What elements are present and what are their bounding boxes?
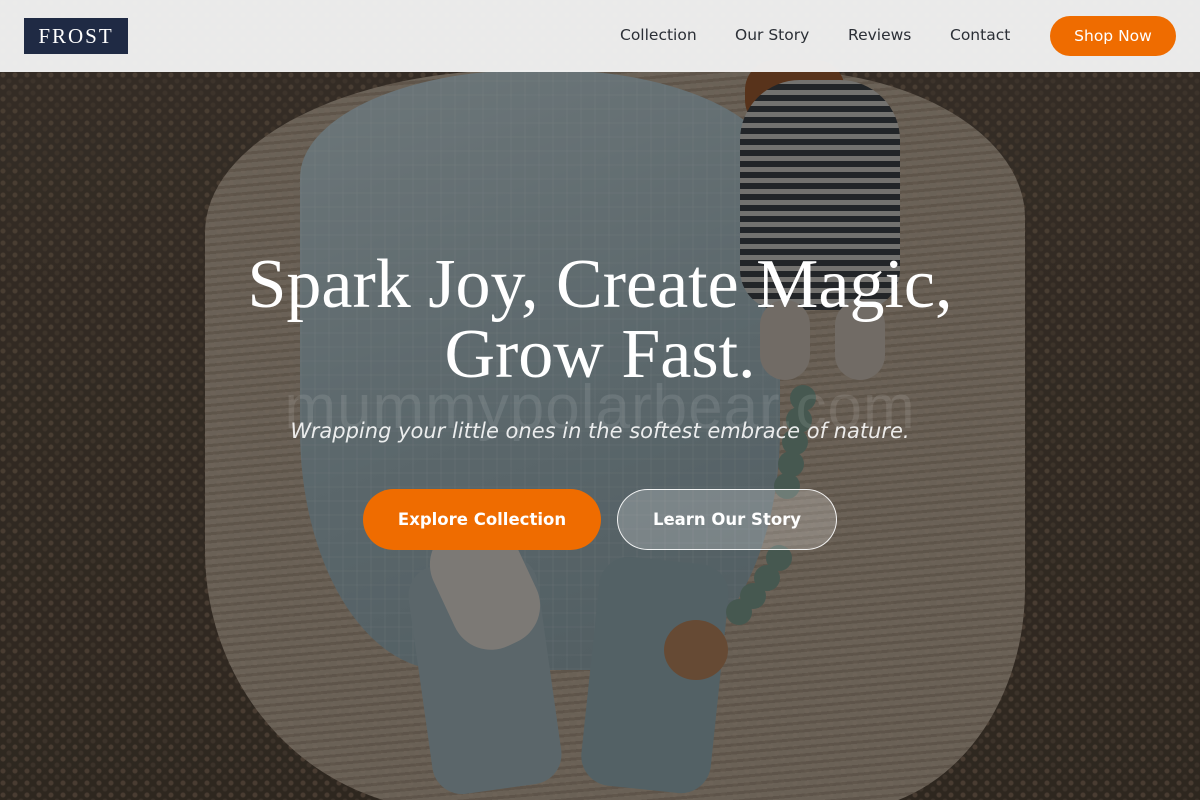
hero-title-line-1: Spark Joy, Create Magic, bbox=[247, 246, 953, 323]
nav-link-our-story[interactable]: Our Story bbox=[735, 26, 809, 44]
nav-link-collection[interactable]: Collection bbox=[620, 26, 697, 44]
explore-collection-button[interactable]: Explore Collection bbox=[363, 489, 601, 550]
hero-title-line-2: Grow Fast. bbox=[444, 316, 756, 393]
shop-now-button[interactable]: Shop Now bbox=[1050, 16, 1176, 56]
hero-title: Spark Joy, Create Magic, Grow Fast. bbox=[100, 250, 1100, 390]
nav-link-contact[interactable]: Contact bbox=[950, 26, 1010, 44]
nav-link-reviews[interactable]: Reviews bbox=[848, 26, 911, 44]
hero-subtitle: Wrapping your little ones in the softest… bbox=[290, 419, 910, 443]
brand-logo[interactable]: FROST bbox=[24, 18, 128, 54]
site-header: FROST Collection Our Story Reviews Conta… bbox=[0, 0, 1200, 72]
learn-our-story-button[interactable]: Learn Our Story bbox=[617, 489, 837, 550]
